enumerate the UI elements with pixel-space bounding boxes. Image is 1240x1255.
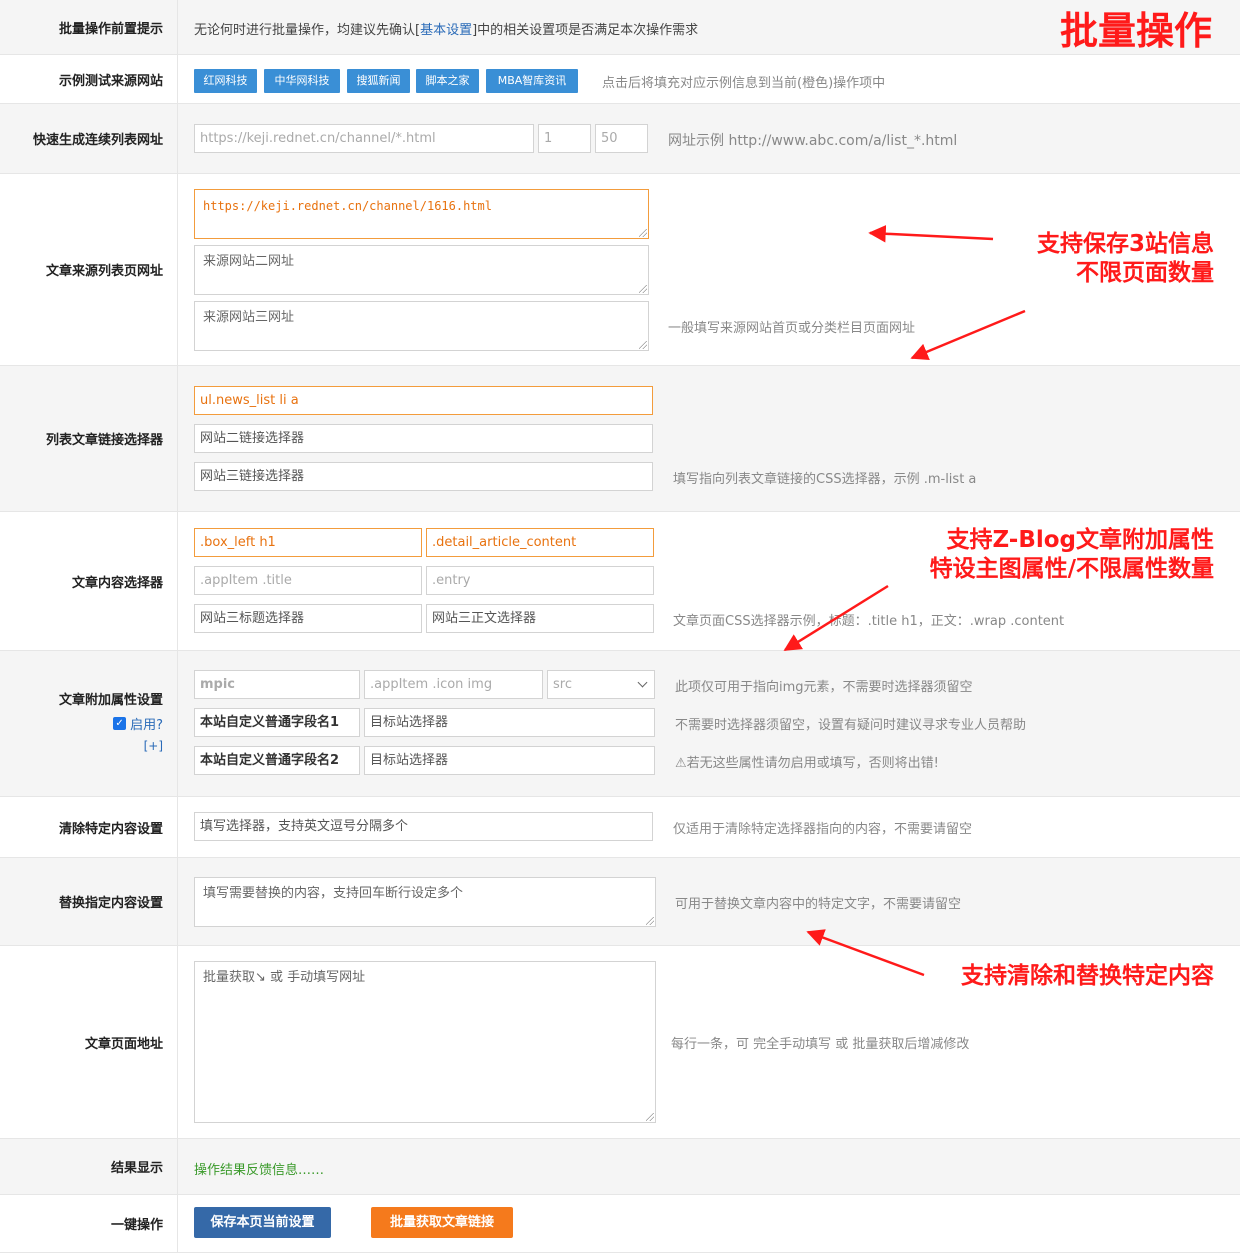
- list-url-2-placeholder: 来源网站二网址: [203, 254, 295, 269]
- article-urls-textarea[interactable]: 批量获取↘ 或 手动填写网址: [194, 961, 656, 1123]
- attr-field-3-input[interactable]: 本站自定义普通字段名2: [194, 746, 360, 775]
- label-replace-content: 替换指定内容设置: [0, 858, 178, 945]
- sample-tag-rednet[interactable]: 红网科技: [194, 69, 257, 93]
- content-selector-hint: 文章页面CSS选择器示例，标题：.title h1，正文：.wrap .cont…: [673, 614, 1065, 629]
- clear-content-input[interactable]: 填写选择器，支持英文逗号分隔多个: [194, 812, 653, 841]
- label-extra-attr: 文章附加属性设置: [58, 693, 163, 708]
- label-quick-list: 快速生成连续列表网址: [0, 104, 178, 173]
- sample-tag-mba[interactable]: MBA智库资讯: [486, 69, 578, 93]
- pre-tip-text: 无论何时进行批量操作，均建议先确认[基本设置]中的相关设置项是否满足本次操作需求: [194, 19, 698, 38]
- annotation-three-sites-line1: 支持保存3站信息: [1036, 231, 1214, 257]
- label-sample-source: 示例测试来源网站: [0, 55, 178, 103]
- sample-tag-jb51[interactable]: 脚本之家: [416, 69, 479, 93]
- replace-content-placeholder: 填写需要替换的内容，支持回车断行设定多个: [203, 886, 464, 901]
- annotation-zblog-attr-line2: 特设主图属性/不限属性数量: [929, 556, 1214, 582]
- chevron-down-icon: [637, 677, 648, 688]
- article-urls-placeholder: 批量获取↘ 或 手动填写网址: [203, 970, 366, 985]
- row-clear-content: 清除特定内容设置 填写选择器，支持英文逗号分隔多个 仅适用于清除特定选择器指向的…: [0, 797, 1240, 858]
- fetch-links-button[interactable]: 批量获取文章链接: [371, 1207, 513, 1238]
- annotation-zblog-attr-line1: 支持Z-Blog文章附加属性: [946, 527, 1215, 553]
- list-urls-hint: 一般填写来源网站首页或分类栏目页面网址: [668, 321, 916, 336]
- result-feedback: 操作结果反馈信息……: [194, 1163, 325, 1178]
- attr-type-value: src: [553, 677, 572, 692]
- sample-tag-china[interactable]: 中华网科技: [264, 69, 340, 93]
- title-selector-2-input[interactable]: .appItem .title: [194, 566, 422, 595]
- attr-selector-3-input[interactable]: 目标站选择器: [364, 746, 655, 775]
- enable-label: 启用?: [130, 718, 163, 733]
- attr-type-select[interactable]: src: [547, 670, 655, 699]
- replace-content-hint: 可用于替换文章内容中的特定文字，不需要请留空: [675, 897, 962, 912]
- extra-attr-hint-1: 此项仅可用于指向img元素，不需要时选择器须留空: [675, 680, 973, 695]
- resize-grip-icon[interactable]: [639, 229, 647, 237]
- row-article-urls: 文章页面地址 批量获取↘ 或 手动填写网址 每行一条，可 完全手动填写 或 批量…: [0, 946, 1240, 1139]
- body-selector-3-input[interactable]: 网站三正文选择器: [426, 604, 654, 633]
- link-selector-3-input[interactable]: 网站三链接选择器: [194, 462, 653, 491]
- list-url-1-textarea[interactable]: https://keji.rednet.cn/channel/1616.html: [194, 189, 649, 239]
- attr-selector-1-input[interactable]: .appItem .icon img: [364, 670, 543, 699]
- sample-tag-sohu[interactable]: 搜狐新闻: [347, 69, 410, 93]
- add-attr-button[interactable]: [+]: [144, 739, 163, 753]
- body-selector-1-input[interactable]: .detail_article_content: [426, 528, 654, 557]
- label-one-click: 一键操作: [0, 1195, 178, 1252]
- link-selector-1-input[interactable]: ul.news_list li a: [194, 386, 653, 415]
- list-url-2-textarea[interactable]: 来源网站二网址: [194, 245, 649, 295]
- body-selector-2-input[interactable]: .entry: [426, 566, 654, 595]
- annotation-three-sites-line2: 不限页面数量: [1076, 260, 1214, 286]
- label-result: 结果显示: [0, 1139, 178, 1194]
- basic-settings-link[interactable]: 基本设置: [420, 23, 472, 38]
- label-pre-tip: 批量操作前置提示: [0, 0, 178, 54]
- label-extra-attr-cell: 文章附加属性设置 ✓ 启用? [+]: [0, 651, 178, 796]
- link-selector-2-input[interactable]: 网站二链接选择器: [194, 424, 653, 453]
- annotation-clear-replace: 支持清除和替换特定内容: [961, 963, 1214, 989]
- attr-field-2-input[interactable]: 本站自定义普通字段名1: [194, 708, 360, 737]
- pre-tip-text-a: 无论何时进行批量操作，均建议先确认[: [194, 23, 421, 38]
- quick-list-end-input[interactable]: 50: [595, 124, 648, 153]
- annotation-zblog-attr: 支持Z-Blog文章附加属性 特设主图属性/不限属性数量: [930, 526, 1214, 584]
- resize-grip-icon[interactable]: [646, 1113, 654, 1121]
- row-replace-content: 替换指定内容设置 填写需要替换的内容，支持回车断行设定多个 可用于替换文章内容中…: [0, 858, 1240, 946]
- row-pre-tip: 批量操作前置提示 无论何时进行批量操作，均建议先确认[基本设置]中的相关设置项是…: [0, 0, 1240, 55]
- resize-grip-icon[interactable]: [639, 285, 647, 293]
- row-one-click: 一键操作 保存本页当前设置 批量获取文章链接: [0, 1195, 1240, 1253]
- quick-list-hint: 网址示例 http://www.abc.com/a/list_*.html: [668, 133, 958, 149]
- annotation-title: 批量操作: [1059, 9, 1212, 53]
- list-url-1-value: https://keji.rednet.cn/channel/1616.html: [203, 199, 492, 213]
- row-sample-source: 示例测试来源网站 红网科技 中华网科技 搜狐新闻 脚本之家 MBA智库资讯 点击…: [0, 55, 1240, 104]
- label-list-urls: 文章来源列表页网址: [0, 174, 178, 365]
- extra-attr-hint-2: 不需要时选择器须留空，设置有疑问时建议寻求专业人员帮助: [675, 718, 1027, 733]
- resize-grip-icon[interactable]: [646, 917, 654, 925]
- sample-source-hint: 点击后将填充对应示例信息到当前(橙色)操作项中: [602, 76, 886, 91]
- label-content-selector: 文章内容选择器: [0, 512, 178, 650]
- quick-list-url-input[interactable]: https://keji.rednet.cn/channel/*.html: [194, 124, 534, 153]
- title-selector-1-input[interactable]: .box_left h1: [194, 528, 422, 557]
- enable-toggle[interactable]: ✓ 启用?: [113, 714, 163, 733]
- quick-list-start-input[interactable]: 1: [538, 124, 591, 153]
- replace-content-textarea[interactable]: 填写需要替换的内容，支持回车断行设定多个: [194, 877, 656, 927]
- row-content-selector: 文章内容选择器 .box_left h1 .detail_article_con…: [0, 512, 1240, 651]
- annotation-three-sites: 支持保存3站信息 不限页面数量: [1037, 230, 1214, 288]
- label-article-urls: 文章页面地址: [0, 946, 178, 1138]
- list-url-3-textarea[interactable]: 来源网站三网址: [194, 301, 649, 351]
- label-link-selector: 列表文章链接选择器: [0, 366, 178, 511]
- pre-tip-text-b: ]中的相关设置项是否满足本次操作需求: [472, 23, 699, 38]
- link-selector-hint: 填写指向列表文章链接的CSS选择器，示例 .m-list a: [673, 472, 977, 487]
- label-clear-content: 清除特定内容设置: [0, 797, 178, 857]
- resize-grip-icon[interactable]: [639, 341, 647, 349]
- row-extra-attr: 文章附加属性设置 ✓ 启用? [+] mpic .appItem .icon i…: [0, 651, 1240, 797]
- list-url-3-placeholder: 来源网站三网址: [203, 310, 295, 325]
- clear-content-hint: 仅适用于清除特定选择器指向的内容，不需要请留空: [673, 822, 973, 837]
- attr-selector-2-input[interactable]: 目标站选择器: [364, 708, 655, 737]
- row-link-selector: 列表文章链接选择器 ul.news_list li a 网站二链接选择器 网站三…: [0, 366, 1240, 512]
- article-urls-hint: 每行一条，可 完全手动填写 或 批量获取后增减修改: [671, 1037, 970, 1052]
- row-quick-list: 快速生成连续列表网址 https://keji.rednet.cn/channe…: [0, 104, 1240, 174]
- title-selector-3-input[interactable]: 网站三标题选择器: [194, 604, 422, 633]
- attr-field-1-input[interactable]: mpic: [194, 670, 360, 699]
- enable-checkbox-icon[interactable]: ✓: [113, 717, 127, 730]
- row-result: 结果显示 操作结果反馈信息……: [0, 1139, 1240, 1195]
- row-list-urls: 文章来源列表页网址 https://keji.rednet.cn/channel…: [0, 174, 1240, 366]
- extra-attr-warning: ⚠若无这些属性请勿启用或填写，否则将出错!: [675, 756, 939, 771]
- save-settings-button[interactable]: 保存本页当前设置: [194, 1207, 331, 1238]
